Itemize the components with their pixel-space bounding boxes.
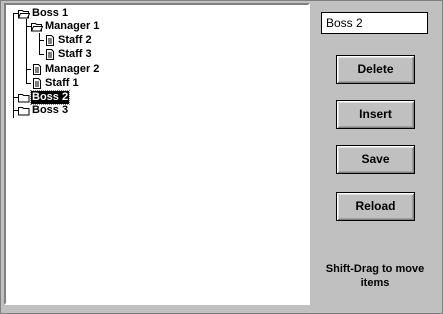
delete-button[interactable]: Delete [336,55,415,84]
folder-closed-icon [18,92,30,103]
tree-connector [26,19,27,84]
tree-node-label: Boss 1 [32,7,69,19]
tree-node-staff-1[interactable]: Staff 1 [31,77,80,90]
node-name-input[interactable]: Boss 2 [321,12,428,34]
folder-open-icon [30,21,44,32]
folder-closed-icon [18,105,30,116]
reload-button[interactable]: Reload [336,192,415,221]
drag-hint-line-2: items [360,277,390,289]
drag-hint-line-1: Shift-Drag to move [325,263,425,275]
tree-node-label: Staff 1 [45,77,79,89]
tree-node-staff-3[interactable]: Staff 3 [44,48,93,61]
document-icon [44,35,56,46]
tree-node-label: Staff 3 [58,48,92,60]
tree-node-boss-3[interactable]: Boss 3 [18,104,69,117]
tree-node-label: Boss 3 [32,104,69,116]
tree-node-staff-2[interactable]: Staff 2 [44,34,93,47]
folder-open-icon [17,8,31,19]
tree-node-label: Staff 2 [58,34,92,46]
tree-node-manager-2[interactable]: Manager 2 [31,63,100,76]
insert-button[interactable]: Insert [336,100,415,129]
tree-node-manager-1[interactable]: Manager 1 [30,20,100,33]
document-icon [31,64,43,75]
tree-node-boss-2[interactable]: Boss 2 [18,90,71,105]
save-button[interactable]: Save [336,145,415,174]
tree-node-label: Boss 2 [29,90,71,105]
tree-connector [39,33,40,55]
tree-connector [13,13,14,118]
tree-node-boss-1[interactable]: Boss 1 [17,7,69,20]
drag-hint: Shift-Drag to move items [314,262,436,290]
tree-view[interactable]: Boss 1 Manager 1 Staff 2 Staff 3 Manager… [4,3,310,305]
tree-node-label: Manager 2 [45,63,100,75]
tree-node-label: Manager 1 [45,20,100,32]
document-icon [31,78,43,89]
document-icon [44,49,56,60]
